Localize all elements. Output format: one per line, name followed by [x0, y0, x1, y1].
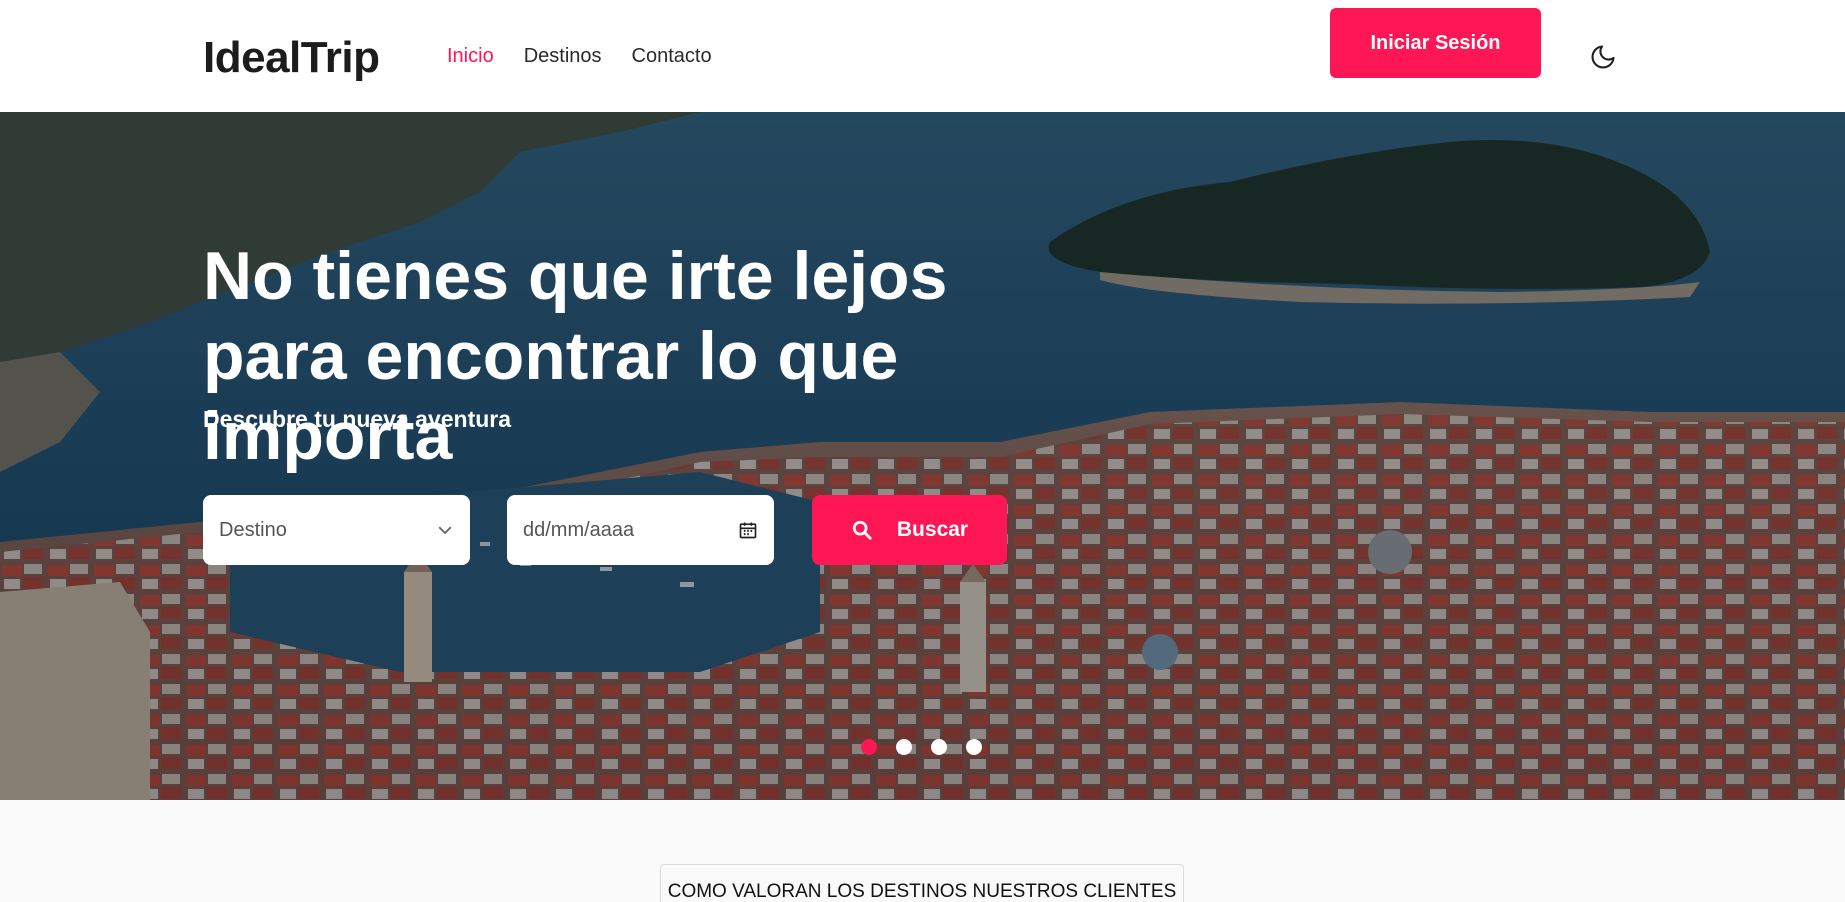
nav-link-inicio[interactable]: Inicio [447, 42, 494, 70]
brand-logo[interactable]: IdealTrip [203, 28, 380, 88]
nav-link-destinos[interactable]: Destinos [524, 42, 602, 70]
moon-icon [1591, 45, 1615, 69]
search-button-label: Buscar [896, 518, 969, 541]
main-nav: Inicio Destinos Contacto [447, 42, 712, 70]
date-input[interactable]: dd/mm/aaaa [507, 495, 774, 565]
nav-link-contacto[interactable]: Contacto [632, 42, 712, 70]
carousel-dot-3[interactable] [931, 739, 947, 755]
login-button[interactable]: Iniciar Sesión [1330, 8, 1541, 78]
carousel-dot-1[interactable] [861, 739, 877, 755]
calendar-icon[interactable] [738, 520, 758, 540]
search-button[interactable]: Buscar [812, 495, 1007, 565]
top-navbar: IdealTrip Inicio Destinos Contacto Inici… [0, 0, 1845, 112]
search-icon [852, 520, 872, 540]
hero-title: No tienes que irte lejos para encontrar … [203, 238, 948, 474]
hero-subtitle: Descubre tu nueva aventura [203, 406, 512, 432]
theme-toggle-button[interactable] [1586, 40, 1620, 74]
carousel-dot-4[interactable] [966, 739, 982, 755]
carousel-dot-2[interactable] [896, 739, 912, 755]
date-input-placeholder: dd/mm/aaaa [523, 518, 635, 541]
reviews-section-title: COMO VALORAN LOS DESTINOS NUESTROS CLIEN… [660, 864, 1184, 902]
destination-select-value: Destino [219, 518, 287, 541]
destination-select[interactable]: Destino [203, 495, 470, 565]
hero-banner: No tienes que irte lejos para encontrar … [0, 112, 1845, 800]
carousel-indicators [861, 739, 982, 755]
chevron-down-icon [438, 526, 452, 534]
